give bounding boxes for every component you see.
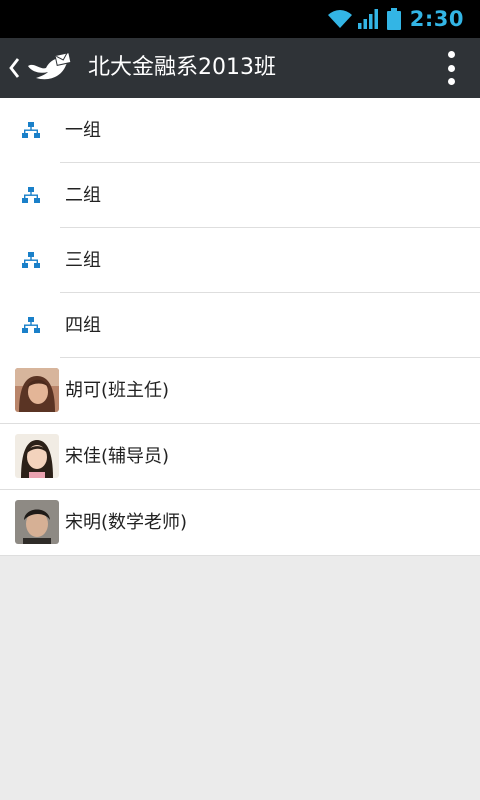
group-label: 二组	[65, 185, 101, 206]
list-item-group[interactable]: 三组	[0, 228, 480, 293]
contact-list: 一组 二组 三组 四组 胡可(班主任) 宋佳(辅导员) 宋明(数学老师)	[0, 98, 480, 556]
action-bar: 北大金融系2013班	[0, 38, 480, 98]
org-chart-icon	[22, 187, 40, 203]
group-label: 四组	[65, 315, 101, 336]
avatar	[15, 500, 59, 544]
up-button[interactable]	[0, 38, 80, 98]
contact-name: 宋佳(辅导员)	[65, 446, 170, 467]
status-icons: 2:30	[327, 6, 464, 32]
battery-icon	[386, 8, 401, 30]
list-item-group[interactable]: 二组	[0, 163, 480, 228]
list-item-group[interactable]: 一组	[0, 98, 480, 163]
list-item-group[interactable]: 四组	[0, 293, 480, 358]
clock: 2:30	[409, 7, 464, 31]
list-item-contact[interactable]: 胡可(班主任)	[0, 358, 480, 424]
signal-icon	[357, 9, 378, 29]
wifi-icon	[327, 10, 352, 28]
chevron-left-icon	[9, 58, 20, 78]
group-label: 一组	[65, 120, 101, 141]
list-item-contact[interactable]: 宋明(数学老师)	[0, 490, 480, 556]
group-label: 三组	[65, 250, 101, 271]
avatar	[15, 434, 59, 478]
page-title: 北大金融系2013班	[88, 55, 276, 80]
overflow-menu-icon	[447, 51, 455, 58]
overflow-menu-button[interactable]	[442, 51, 460, 85]
org-chart-icon	[22, 317, 40, 333]
contact-name: 宋明(数学老师)	[65, 512, 188, 533]
avatar	[15, 368, 59, 412]
org-chart-icon	[22, 122, 40, 138]
bird-mail-icon	[28, 52, 72, 80]
org-chart-icon	[22, 252, 40, 268]
list-item-contact[interactable]: 宋佳(辅导员)	[0, 424, 480, 490]
status-bar: 2:30	[0, 0, 480, 38]
contact-name: 胡可(班主任)	[65, 380, 170, 401]
